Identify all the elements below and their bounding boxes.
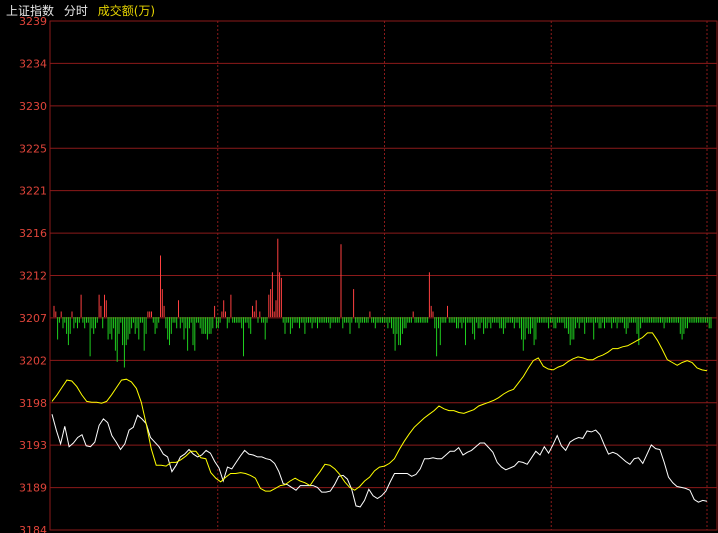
intraday-chart: 3239 3234 3230 3225 3221 3216 3212 3207 3202 3198…	[19, 15, 718, 533]
y-tick-label: 3198	[19, 397, 47, 410]
price-line	[51, 414, 708, 508]
y-tick-label: 3202	[19, 354, 47, 367]
y-tick-label: 3212	[19, 270, 47, 283]
average-price-line	[51, 332, 708, 492]
price-lines	[51, 332, 708, 508]
y-tick-label: 3189	[19, 482, 47, 495]
y-tick-label: 3230	[19, 100, 47, 113]
y-tick-label: 3207	[19, 312, 47, 325]
y-tick-label: 3216	[19, 227, 47, 240]
y-axis: 3239 3234 3230 3225 3221 3216 3212 3207 3202 3198…	[19, 15, 47, 533]
y-tick-label: 3184	[19, 524, 47, 533]
y-tick-label: 3234	[19, 57, 47, 70]
y-tick-label: 3239	[19, 15, 47, 28]
y-tick-label: 3221	[19, 185, 47, 198]
y-tick-label: 3225	[19, 142, 47, 155]
y-tick-label: 3193	[19, 439, 47, 452]
